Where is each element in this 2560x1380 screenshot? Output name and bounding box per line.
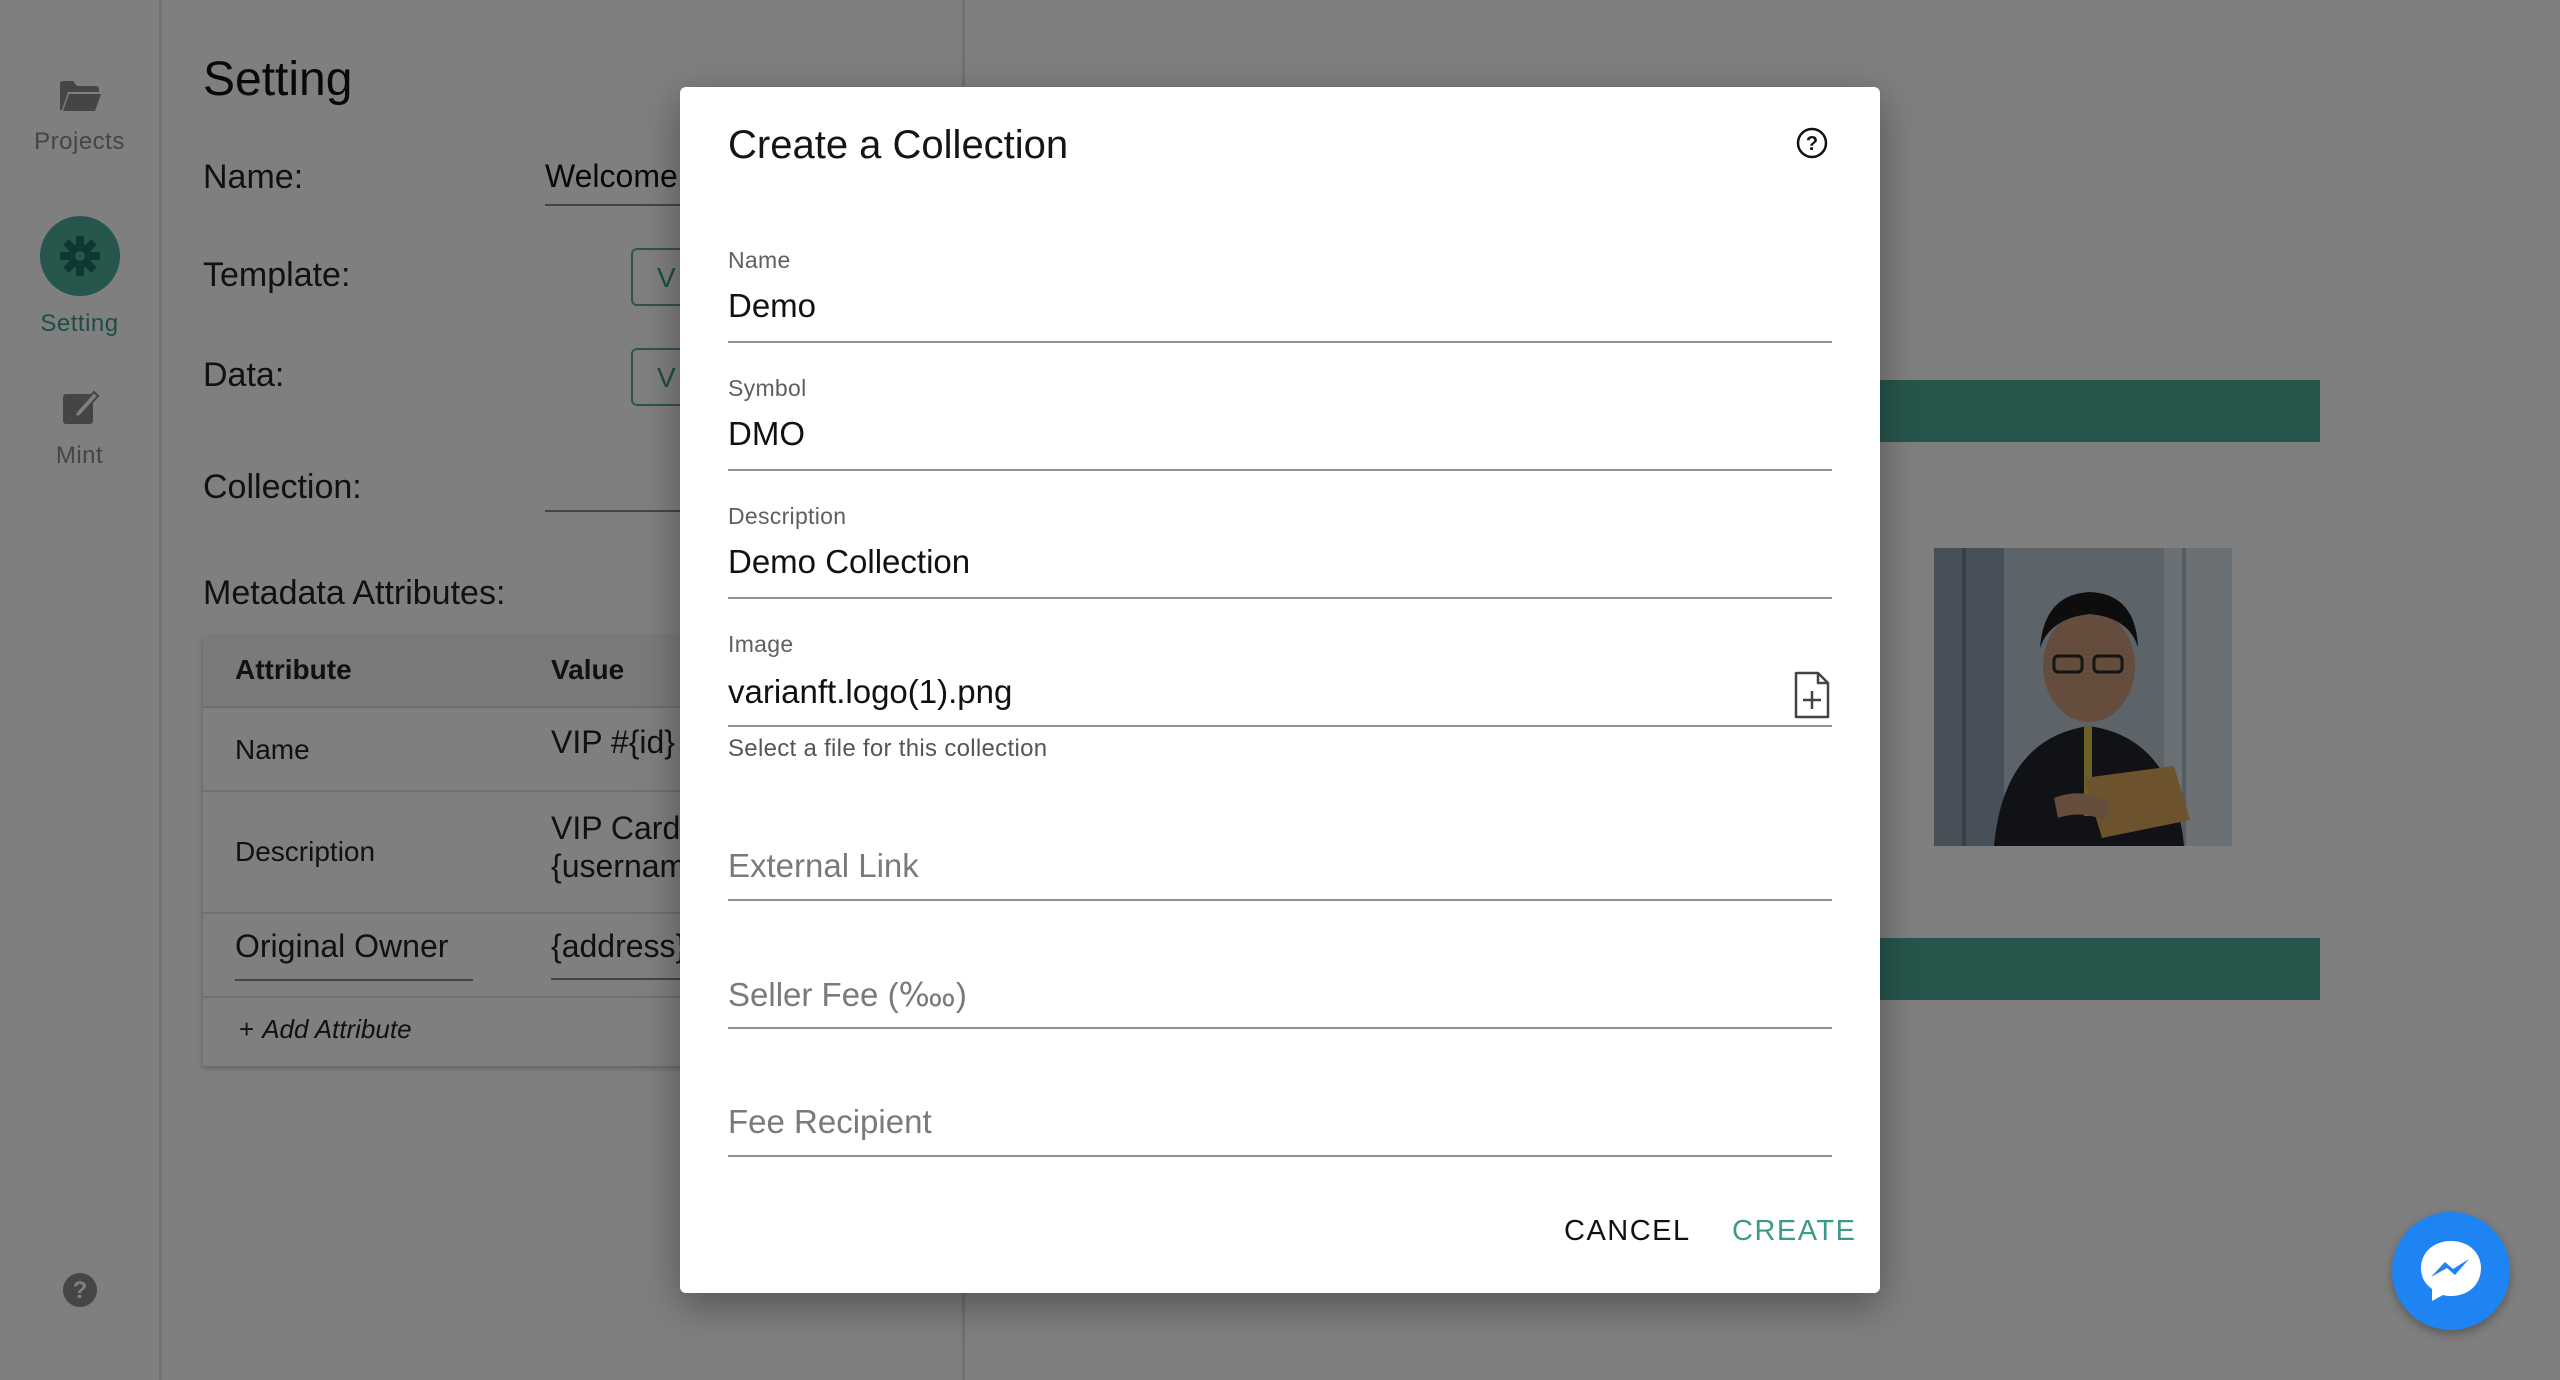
- description-field[interactable]: Description Demo Collection: [728, 503, 1832, 599]
- seller-fee-field[interactable]: Seller Fee (‱): [728, 955, 1832, 1029]
- image-helper-text: Select a file for this collection: [728, 735, 1048, 762]
- help-circle-icon[interactable]: ?: [1792, 123, 1832, 163]
- cancel-button[interactable]: CANCEL: [1564, 1215, 1691, 1248]
- external-link-field[interactable]: External Link: [728, 827, 1832, 901]
- description-field-value[interactable]: Demo Collection: [728, 543, 970, 581]
- symbol-field-label: Symbol: [728, 375, 807, 401]
- seller-fee-placeholder: Seller Fee (‱): [728, 976, 967, 1013]
- dialog-title: Create a Collection: [728, 123, 1069, 167]
- fee-recipient-placeholder: Fee Recipient: [728, 1103, 932, 1140]
- image-field[interactable]: Image varianft.logo(1).png: [728, 631, 1832, 727]
- description-field-label: Description: [728, 503, 847, 529]
- svg-text:?: ?: [1806, 133, 1818, 155]
- external-link-placeholder: External Link: [728, 847, 919, 884]
- fee-recipient-field[interactable]: Fee Recipient: [728, 1083, 1832, 1157]
- name-field-label: Name: [728, 247, 791, 273]
- image-field-label: Image: [728, 631, 794, 657]
- messenger-icon: [2421, 1241, 2481, 1301]
- collection-name-field[interactable]: Name Demo: [728, 247, 1832, 343]
- image-field-value[interactable]: varianft.logo(1).png: [728, 673, 1012, 711]
- name-field-value[interactable]: Demo: [728, 287, 816, 325]
- symbol-field[interactable]: Symbol DMO: [728, 375, 1832, 471]
- create-collection-dialog: Create a Collection ? Name Demo Symbol D…: [680, 87, 1880, 1293]
- symbol-field-value[interactable]: DMO: [728, 415, 805, 453]
- messenger-chat-button[interactable]: [2392, 1212, 2510, 1330]
- create-button[interactable]: CREATE: [1732, 1215, 1856, 1248]
- file-add-icon[interactable]: [1792, 671, 1832, 719]
